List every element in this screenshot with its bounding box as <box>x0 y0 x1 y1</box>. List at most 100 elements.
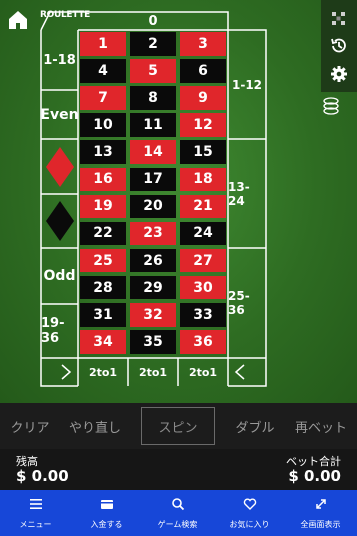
number-cell[interactable]: 2 <box>130 32 176 56</box>
grid-toggle-button[interactable] <box>329 9 349 29</box>
double-button[interactable]: ダブル <box>228 403 282 449</box>
undo-button[interactable]: やり直し <box>62 403 128 449</box>
number-cell[interactable]: 19 <box>80 194 126 219</box>
number-label: 30 <box>193 279 213 296</box>
nav-menu[interactable]: メニュー <box>0 490 71 536</box>
bet-column-2[interactable]: 2to1 <box>128 358 178 386</box>
number-cell[interactable]: 36 <box>180 330 226 354</box>
number-cell[interactable]: 16 <box>80 167 126 191</box>
number-cell[interactable]: 10 <box>80 113 126 137</box>
bet-column-3[interactable]: 2to1 <box>178 358 228 386</box>
gear-icon <box>331 66 347 82</box>
number-cell[interactable]: 6 <box>180 59 226 83</box>
number-label: 13 <box>93 144 113 161</box>
nav-favorites[interactable]: お気に入り <box>214 490 285 536</box>
number-cell[interactable]: 22 <box>80 221 126 246</box>
number-cell[interactable]: 26 <box>130 248 176 273</box>
number-cell[interactable]: 28 <box>80 275 126 300</box>
wallet-icon <box>100 500 113 509</box>
spin-button[interactable]: スピン <box>141 407 215 445</box>
nav-deposit[interactable]: 入金する <box>71 490 142 536</box>
number-cell[interactable]: 9 <box>180 86 226 110</box>
number-cell[interactable]: 12 <box>180 113 226 137</box>
chip-stack-button[interactable] <box>322 96 340 118</box>
bet-red[interactable] <box>41 139 78 194</box>
bet-low[interactable]: 1-18 <box>41 30 78 90</box>
number-cell[interactable]: 18 <box>180 167 226 191</box>
number-label: 20 <box>143 198 163 215</box>
number-cell[interactable]: 4 <box>80 59 126 83</box>
nav-fullscreen[interactable]: 全画面表示 <box>285 490 356 536</box>
clear-button[interactable]: クリア <box>4 403 56 449</box>
bet-third-dozen-label: 25-36 <box>228 289 250 317</box>
bet-odd-label: Odd <box>43 268 76 284</box>
number-label: 1 <box>98 35 108 52</box>
rebet-button[interactable]: 再ベット <box>288 403 354 449</box>
number-cell[interactable]: 21 <box>180 194 226 219</box>
number-cell[interactable]: 33 <box>180 303 226 327</box>
clear-button-label: クリア <box>10 420 50 436</box>
bet-column-1-label: 2to1 <box>88 365 118 379</box>
number-cell[interactable]: 25 <box>80 248 126 273</box>
number-cell[interactable]: 31 <box>80 303 126 327</box>
zero-label: 0 <box>148 13 158 29</box>
number-cell[interactable]: 15 <box>180 140 226 164</box>
number-cell[interactable]: 8 <box>130 86 176 110</box>
number-cell[interactable]: 17 <box>130 167 176 191</box>
number-label: 23 <box>143 225 163 242</box>
total-bet-value: $ 0.00 <box>288 467 341 485</box>
number-cell[interactable]: 20 <box>130 194 176 219</box>
number-label: 3 <box>198 35 208 52</box>
bet-even[interactable]: Even <box>40 90 78 139</box>
home-button[interactable] <box>6 8 30 32</box>
number-cell[interactable]: 35 <box>130 330 176 354</box>
number-label: 9 <box>198 89 208 106</box>
menu-icon <box>29 499 42 509</box>
bet-column-1[interactable]: 2to1 <box>78 358 128 386</box>
number-cell[interactable]: 11 <box>130 113 176 137</box>
number-cell[interactable]: 24 <box>180 221 226 246</box>
settings-button[interactable] <box>329 64 349 84</box>
nav-menu-label: メニュー <box>19 520 52 529</box>
number-label: 26 <box>143 252 163 269</box>
number-label: 2 <box>148 35 158 52</box>
number-label: 27 <box>193 252 213 269</box>
number-label: 35 <box>143 333 163 350</box>
bet-low-label: 1-18 <box>43 52 76 68</box>
home-icon <box>9 11 27 29</box>
bet-second-dozen[interactable]: 13-24 <box>228 139 266 248</box>
bet-black[interactable] <box>41 194 78 248</box>
bet-first-dozen[interactable]: 1-12 <box>228 30 266 139</box>
number-cell[interactable]: 13 <box>80 140 126 164</box>
number-cell[interactable]: 30 <box>180 275 226 300</box>
history-button[interactable] <box>329 36 349 56</box>
heart-icon <box>243 498 256 510</box>
nav-fullscreen-label: 全画面表示 <box>300 520 341 529</box>
number-label: 22 <box>93 225 113 242</box>
number-label: 11 <box>143 117 163 134</box>
number-cell[interactable]: 14 <box>130 140 176 164</box>
zero-bet[interactable]: 0 <box>78 12 228 30</box>
bet-third-dozen[interactable]: 25-36 <box>228 248 266 358</box>
number-label: 32 <box>143 306 163 323</box>
number-label: 5 <box>148 62 158 79</box>
number-cell[interactable]: 7 <box>80 86 126 110</box>
bet-second-dozen-label: 13-24 <box>228 179 250 208</box>
number-cell[interactable]: 23 <box>130 221 176 246</box>
number-label: 29 <box>143 279 163 296</box>
number-label: 15 <box>193 144 213 161</box>
nav-search[interactable]: ゲーム検索 <box>142 490 213 536</box>
number-cell[interactable]: 3 <box>180 32 226 56</box>
bet-odd[interactable]: Odd <box>41 248 78 304</box>
number-cell[interactable]: 27 <box>180 248 226 273</box>
nav-deposit-label: 入金する <box>90 520 123 529</box>
number-cell[interactable]: 29 <box>130 275 176 300</box>
number-cell[interactable]: 34 <box>80 330 126 354</box>
number-cell[interactable]: 32 <box>130 303 176 327</box>
bet-high[interactable]: 19-36 <box>41 304 78 358</box>
search-icon <box>171 498 184 511</box>
number-label: 8 <box>148 89 158 106</box>
number-label: 21 <box>193 198 213 215</box>
number-cell[interactable]: 1 <box>80 32 126 56</box>
number-cell[interactable]: 5 <box>130 59 176 83</box>
